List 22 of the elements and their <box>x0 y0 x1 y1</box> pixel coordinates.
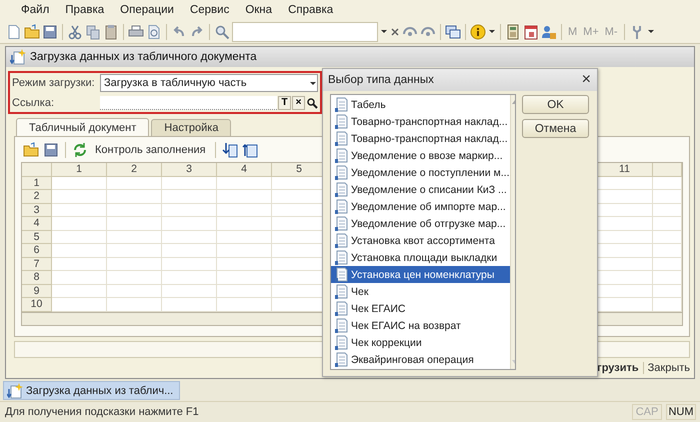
row-header: 1 <box>22 176 52 190</box>
row-header: 4 <box>22 217 52 231</box>
row-header: 7 <box>22 258 52 272</box>
column-header: 11 <box>597 163 653 177</box>
column-header: 3 <box>162 163 217 177</box>
row-header: 8 <box>22 271 52 285</box>
row-header: 6 <box>22 244 52 258</box>
column-header: 1 <box>52 163 107 177</box>
row-header: 3 <box>22 204 52 218</box>
dialog-title: Выбор типа данных <box>328 74 434 86</box>
row-header: 5 <box>22 230 52 244</box>
status-hint: Для получения подсказки нажмите F1 <box>5 406 200 418</box>
key-indicator: CAP <box>632 404 662 420</box>
key-indicator: NUM <box>666 404 696 420</box>
mode-label: Режим загрузки: <box>12 77 96 90</box>
row-header: 2 <box>22 190 52 204</box>
row-header: 9 <box>22 284 52 298</box>
window-title: Загрузка данных из табличного документа <box>30 50 257 63</box>
column-header: 2 <box>107 163 162 177</box>
row-header: 10 <box>22 298 52 312</box>
link-label: Ссылка: <box>12 96 55 109</box>
column-header: 4 <box>217 163 272 177</box>
